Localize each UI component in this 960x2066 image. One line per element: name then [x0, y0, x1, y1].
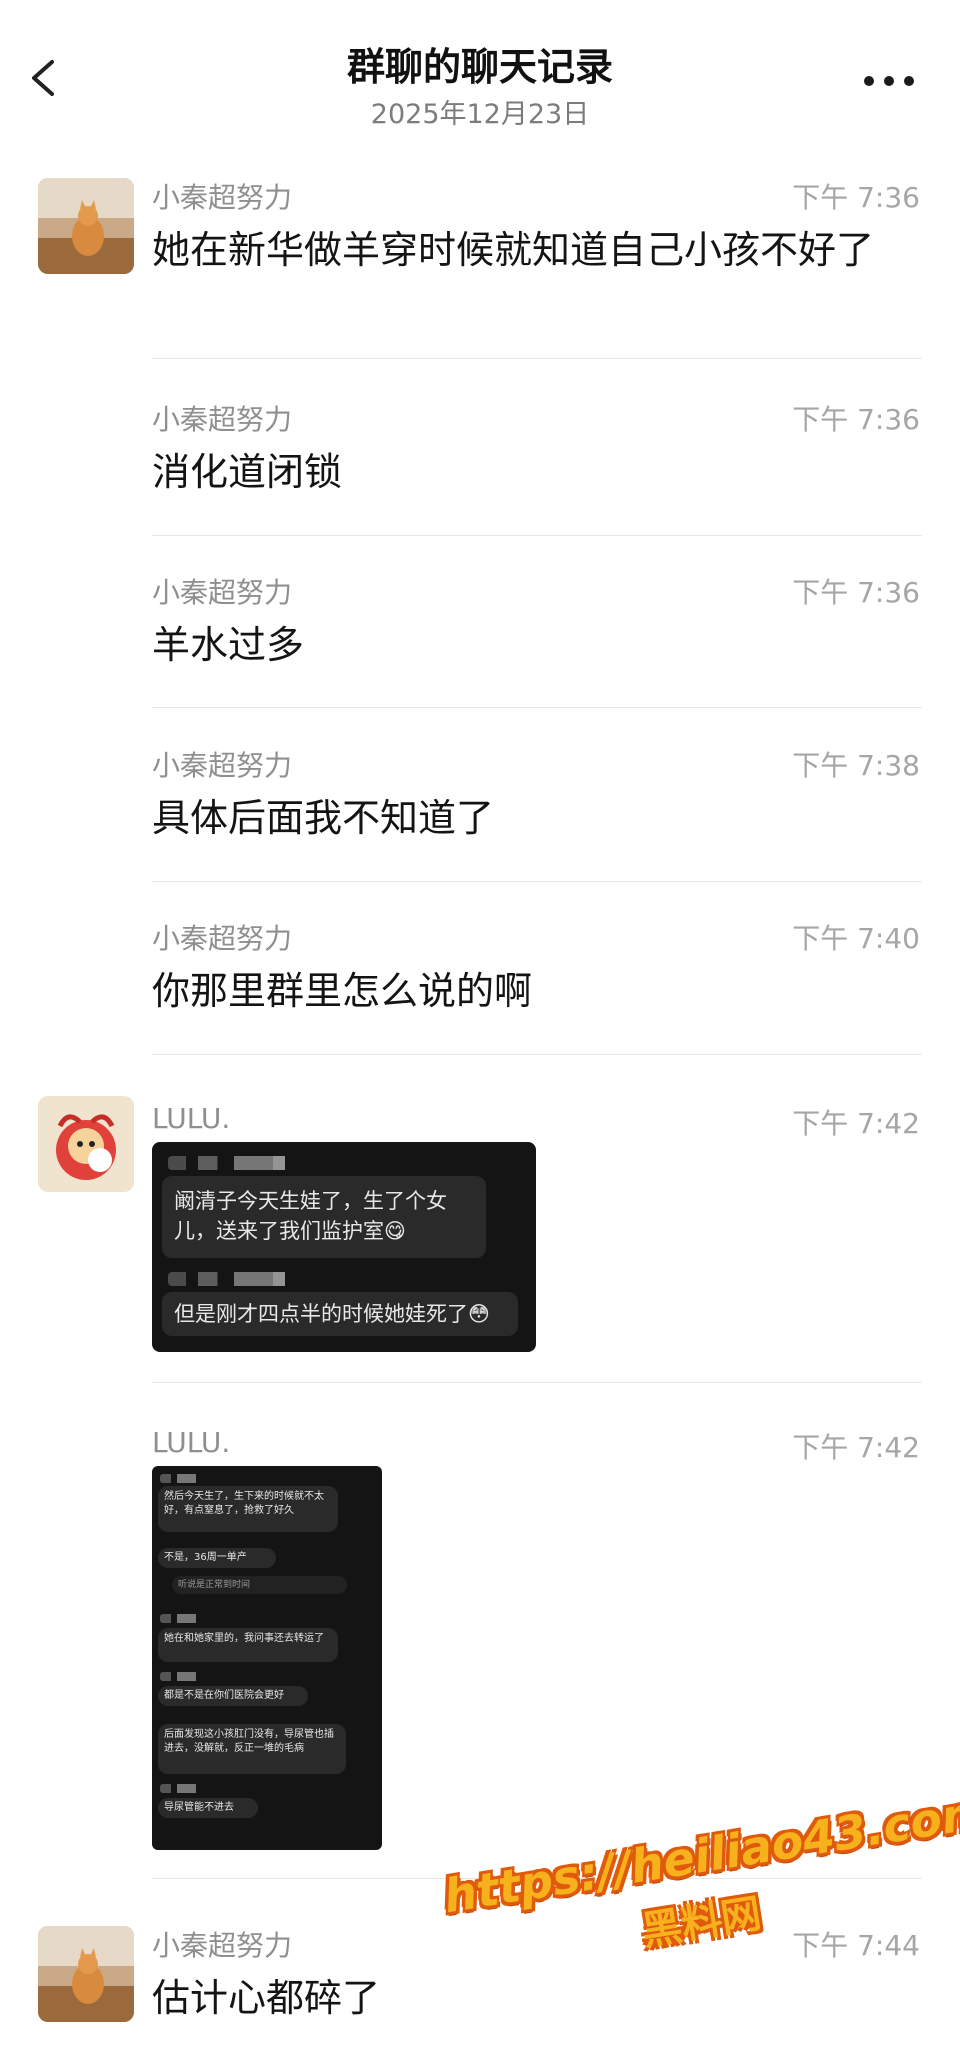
message-text: 估计心都碎了: [152, 1976, 381, 2020]
divider: [152, 707, 922, 708]
avatar[interactable]: [38, 1926, 134, 2022]
avatar[interactable]: [38, 1096, 134, 1192]
image-bubble: 她在和她家里的，我问事还去转运了: [158, 1628, 338, 1662]
page-title: 群聊的聊天记录: [346, 45, 613, 89]
image-bubble: 但是刚才四点半的时候她娃死了😳: [162, 1292, 518, 1336]
message-item: LULU. 下午 7:42 阚清子今天生娃了，生了个女儿，送来了我们监护室😋 但…: [0, 1084, 960, 1384]
divider: [152, 1382, 922, 1383]
sender-name: 小秦超努力: [152, 403, 293, 436]
chat-screenshot-image[interactable]: 阚清子今天生娃了，生了个女儿，送来了我们监护室😋 但是刚才四点半的时候她娃死了😳: [152, 1142, 536, 1352]
message-text: 具体后面我不知道了: [152, 796, 495, 840]
sender-name: LULU.: [152, 1102, 231, 1135]
divider: [152, 358, 922, 359]
divider: [152, 1054, 922, 1055]
image-bubble: 听说是正常到时间: [172, 1576, 347, 1594]
blurred-name: [168, 1156, 318, 1170]
image-bubble: 都是不是在你们医院会更好: [158, 1686, 308, 1706]
message-text: 羊水过多: [152, 623, 305, 667]
image-bubble: 不是，36周一单产: [158, 1548, 276, 1568]
divider: [152, 535, 922, 536]
sender-name: 小秦超努力: [152, 181, 293, 214]
sender-name: 小秦超努力: [152, 749, 293, 782]
page-date: 2025年12月23日: [370, 99, 590, 130]
image-bubble: 然后今天生了，生下来的时候就不太好，有点窒息了，抢救了好久: [158, 1486, 338, 1532]
message-time: 下午 7:42: [792, 1107, 920, 1140]
sender-name: 小秦超努力: [152, 576, 293, 609]
sender-name: 小秦超努力: [152, 1929, 293, 1962]
sender-name: LULU.: [152, 1426, 231, 1459]
blurred-name: [160, 1672, 220, 1681]
more-dots-icon[interactable]: [860, 74, 920, 90]
blurred-name: [160, 1784, 220, 1793]
message-time: 下午 7:36: [792, 576, 920, 609]
message-item: 小秦超努力 下午 7:38 具体后面我不知道了: [0, 738, 960, 882]
message-time: 下午 7:36: [792, 181, 920, 214]
message-text: 消化道闭锁: [152, 450, 343, 494]
image-bubble: 后面发现这小孩肛门没有，导尿管也插进去，没解就，反正一堆的毛病: [158, 1724, 346, 1774]
blurred-name: [160, 1614, 220, 1623]
message-item: 小秦超努力 下午 7:36 消化道闭锁: [0, 392, 960, 536]
message-item: 小秦超努力 下午 7:36 羊水过多: [0, 565, 960, 708]
image-bubble: 阚清子今天生娃了，生了个女儿，送来了我们监护室😋: [162, 1176, 486, 1258]
divider: [152, 881, 922, 882]
chat-screenshot-image[interactable]: 然后今天生了，生下来的时候就不太好，有点窒息了，抢救了好久 不是，36周一单产 …: [152, 1466, 382, 1850]
message-time: 下午 7:42: [792, 1431, 920, 1464]
message-item: 小秦超努力 下午 7:40 你那里群里怎么说的啊: [0, 911, 960, 1055]
sender-name: 小秦超努力: [152, 922, 293, 955]
blurred-name: [160, 1474, 220, 1483]
message-text: 你那里群里怎么说的啊: [152, 969, 533, 1013]
message-time: 下午 7:36: [792, 403, 920, 436]
image-bubble: 导尿管能不进去: [158, 1798, 258, 1818]
header-bar: 群聊的聊天记录 2025年12月23日: [0, 0, 960, 140]
message-item: 小秦超努力 下午 7:36 她在新华做羊穿时候就知道自己小孩不好了: [0, 170, 960, 360]
message-item: LULU. 下午 7:42 然后今天生了，生下来的时候就不太好，有点窒息了，抢救…: [0, 1408, 960, 1879]
avatar[interactable]: [38, 178, 134, 274]
message-text: 她在新华做羊穿时候就知道自己小孩不好了: [152, 228, 875, 272]
blurred-name: [168, 1272, 318, 1286]
message-time: 下午 7:38: [792, 749, 920, 782]
message-time: 下午 7:40: [792, 922, 920, 955]
